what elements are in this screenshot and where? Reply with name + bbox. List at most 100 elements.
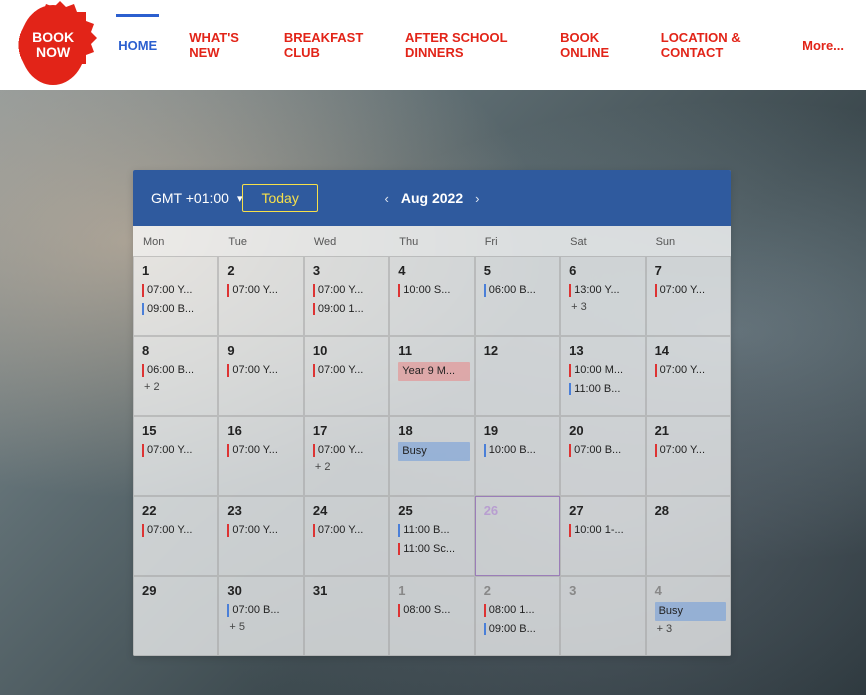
prev-month-button[interactable]: ‹ [385, 191, 389, 206]
calendar-event[interactable]: 07:00 Y... [142, 442, 213, 459]
calendar-cell[interactable]: 1 08:00 S... [389, 576, 474, 656]
calendar-event[interactable]: 07:00 Y... [655, 442, 726, 459]
day-number: 12 [484, 343, 555, 358]
nav-item-breakfast-club[interactable]: BREAKFAST CLUB [282, 24, 375, 66]
calendar-event[interactable]: 09:00 B... [484, 621, 555, 638]
dow-label: Tue [218, 226, 303, 256]
calendar-event[interactable]: 07:00 Y... [227, 522, 298, 539]
calendar-event[interactable]: 07:00 B... [227, 602, 298, 619]
calendar-cell[interactable]: 4Busy+ 3 [646, 576, 731, 656]
calendar-event[interactable]: 07:00 Y... [227, 442, 298, 459]
day-number: 29 [142, 583, 213, 598]
day-number: 14 [655, 343, 726, 358]
nav-item-what-s-new[interactable]: WHAT'S NEW [187, 24, 254, 66]
calendar-event[interactable]: 13:00 Y... [569, 282, 640, 299]
calendar-event[interactable]: 09:00 B... [142, 301, 213, 318]
more-events[interactable]: + 3 [569, 301, 640, 313]
day-of-week-row: MonTueWedThuFriSatSun [133, 226, 731, 256]
next-month-button[interactable]: › [475, 191, 479, 206]
calendar-cell[interactable]: 208:00 1...09:00 B... [475, 576, 560, 656]
calendar-cell[interactable]: 613:00 Y...+ 3 [560, 256, 645, 336]
day-number: 23 [227, 503, 298, 518]
calendar-event[interactable]: 07:00 B... [569, 442, 640, 459]
calendar-grid: 1 07:00 Y... 09:00 B... 207:00 Y... 3 07:00 Y… [133, 256, 731, 656]
calendar-event[interactable]: 07:00 Y... [655, 282, 726, 299]
calendar-event[interactable]: Busy [398, 442, 469, 461]
day-number: 31 [313, 583, 384, 598]
nav-more[interactable]: More... [800, 32, 846, 59]
calendar-event[interactable]: 07:00 Y... [142, 282, 213, 299]
calendar-event[interactable]: 10:00 B... [484, 442, 555, 459]
calendar-event[interactable]: 11:00 B... [569, 381, 640, 398]
calendar-cell[interactable]: 3 [560, 576, 645, 656]
calendar-cell[interactable]: 23 07:00 Y... [218, 496, 303, 576]
calendar-cell[interactable]: 3007:00 B...+ 5 [218, 576, 303, 656]
calendar-cell[interactable]: 7 07:00 Y... [646, 256, 731, 336]
calendar-cell[interactable]: 207:00 Y... [218, 256, 303, 336]
more-events[interactable]: + 5 [227, 621, 298, 633]
calendar-event[interactable]: 09:00 1... [313, 301, 384, 318]
calendar-event[interactable]: 10:00 1-... [569, 522, 640, 539]
calendar-cell[interactable]: 2511:00 B...11:00 Sc... [389, 496, 474, 576]
calendar-event[interactable]: 07:00 Y... [227, 362, 298, 379]
calendar-event[interactable]: 07:00 Y... [313, 522, 384, 539]
calendar-cell[interactable]: 1507:00 Y... [133, 416, 218, 496]
calendar-cell[interactable]: 506:00 B... [475, 256, 560, 336]
calendar-cell[interactable]: 14 07:00 Y... [646, 336, 731, 416]
calendar-event[interactable]: 08:00 S... [398, 602, 469, 619]
calendar-event[interactable]: 07:00 Y... [313, 362, 384, 379]
calendar-event[interactable]: 07:00 Y... [313, 442, 384, 459]
timezone-selector[interactable]: GMT +01:00 ▾ [151, 190, 242, 206]
calendar-event[interactable]: 10:00 S... [398, 282, 469, 299]
more-events[interactable]: + 2 [313, 461, 384, 473]
calendar-cell[interactable]: 18Busy [389, 416, 474, 496]
today-button[interactable]: Today [242, 184, 317, 212]
calendar-cell[interactable]: 2710:00 1-... [560, 496, 645, 576]
day-number: 1 [398, 583, 469, 598]
calendar-cell[interactable]: 9 07:00 Y... [218, 336, 303, 416]
book-now-badge[interactable]: BOOK NOW [20, 5, 86, 85]
calendar-event[interactable]: 07:00 Y... [313, 282, 384, 299]
calendar-event[interactable]: 06:00 B... [142, 362, 213, 379]
nav-item-home[interactable]: HOME [116, 32, 159, 59]
calendar-cell[interactable]: 410:00 S... [389, 256, 474, 336]
calendar-event[interactable]: 11:00 B... [398, 522, 469, 539]
calendar-cell[interactable]: 1607:00 Y... [218, 416, 303, 496]
more-events[interactable]: + 3 [655, 623, 726, 635]
calendar-cell[interactable]: 2407:00 Y... [304, 496, 389, 576]
calendar-cell[interactable]: 28 [646, 496, 731, 576]
calendar-cell[interactable]: 107:00 Y...09:00 B... [133, 256, 218, 336]
calendar-cell[interactable]: 307:00 Y...09:00 1... [304, 256, 389, 336]
calendar-cell[interactable]: 806:00 B...+ 2 [133, 336, 218, 416]
calendar-cell[interactable]: 2207:00 Y... [133, 496, 218, 576]
calendar-cell[interactable]: 1007:00 Y... [304, 336, 389, 416]
calendar-event[interactable]: 06:00 B... [484, 282, 555, 299]
calendar-event[interactable]: 07:00 Y... [655, 362, 726, 379]
calendar-cell[interactable]: 20 07:00 B... [560, 416, 645, 496]
calendar-event[interactable]: 10:00 M... [569, 362, 640, 379]
day-number: 20 [569, 423, 640, 438]
day-number: 21 [655, 423, 726, 438]
calendar-cell[interactable]: 29 [133, 576, 218, 656]
calendar-cell[interactable]: 1910:00 B... [475, 416, 560, 496]
calendar-event[interactable]: Busy [655, 602, 726, 621]
calendar-cell[interactable]: 21 07:00 Y... [646, 416, 731, 496]
calendar-cell[interactable]: 1310:00 M...11:00 B... [560, 336, 645, 416]
calendar-event[interactable]: 07:00 Y... [142, 522, 213, 539]
calendar-cell[interactable]: 12 [475, 336, 560, 416]
more-events[interactable]: + 2 [142, 381, 213, 393]
calendar-event[interactable]: Year 9 M... [398, 362, 469, 381]
calendar-cell[interactable]: 11Year 9 M... [389, 336, 474, 416]
nav-item-location-contact[interactable]: LOCATION & CONTACT [659, 24, 772, 66]
calendar-cell[interactable]: 1707:00 Y...+ 2 [304, 416, 389, 496]
calendar-event[interactable]: 08:00 1... [484, 602, 555, 619]
nav-item-after-school-dinners[interactable]: AFTER SCHOOL DINNERS [403, 24, 530, 66]
calendar-cell[interactable]: 31 [304, 576, 389, 656]
calendar-cell[interactable]: 26 [475, 496, 560, 576]
day-number: 7 [655, 263, 726, 278]
calendar-event[interactable]: 11:00 Sc... [398, 541, 469, 558]
top-bar: BOOK NOW HOME WHAT'S NEW BREAKFAST CLUB AFT… [0, 0, 866, 90]
calendar-event[interactable]: 07:00 Y... [227, 282, 298, 299]
day-number: 9 [227, 343, 298, 358]
nav-item-book-online[interactable]: BOOK ONLINE [558, 24, 631, 66]
